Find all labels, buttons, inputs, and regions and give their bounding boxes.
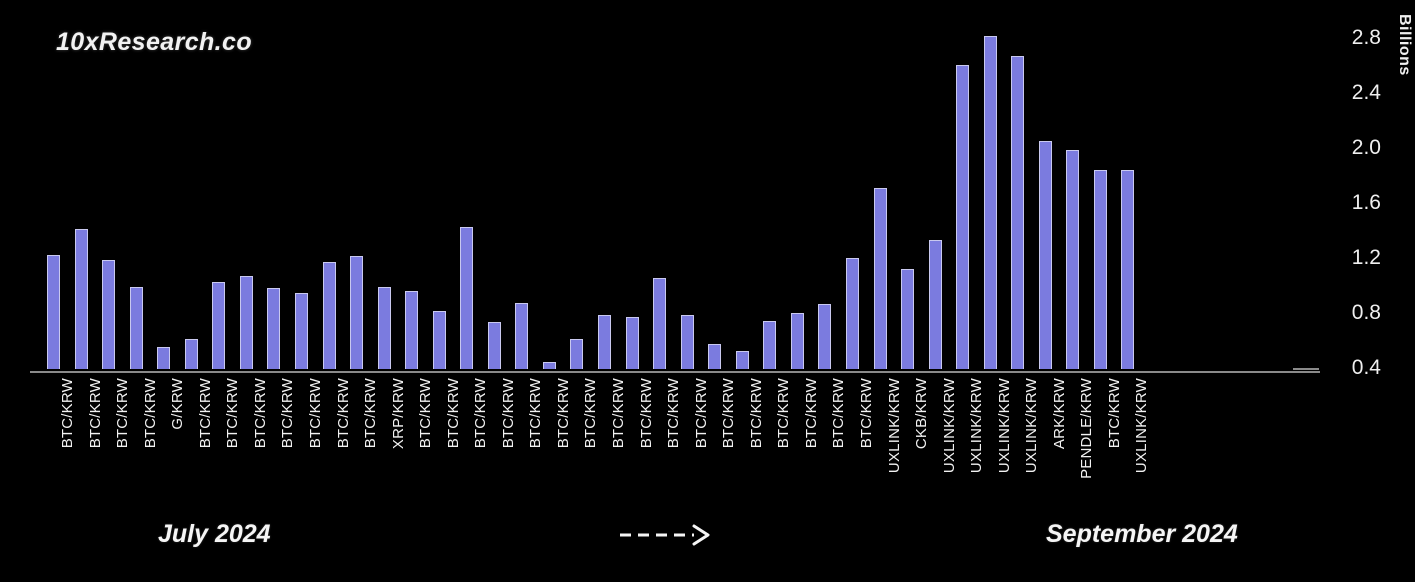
x-axis-tick-label: UXLINK/KRW [885, 378, 903, 474]
y-axis-tick-label: 2.0 [1351, 136, 1381, 159]
x-axis-tick-label: BTC/KRW [279, 378, 297, 449]
bar [129, 286, 143, 369]
x-axis-tick-label: BTC/KRW [306, 378, 324, 449]
y-axis-baseline-tick [1293, 368, 1319, 370]
x-axis-tick-label: BTC/KRW [499, 378, 517, 449]
x-axis-tick-label: BTC/KRW [527, 378, 545, 449]
x-axis-tick-label: BTC/KRW [692, 378, 710, 449]
x-axis-tick-label: G/KRW [169, 378, 187, 430]
bar [487, 322, 501, 369]
y-axis-title: Billions [1396, 14, 1413, 76]
bar [432, 311, 446, 369]
bar [598, 315, 611, 369]
x-axis-tick-label: BTC/KRW [362, 378, 380, 449]
bar [377, 286, 391, 369]
x-axis-labels: BTC/KRW BTC/KRW BTC/KRW BTC/KRW G/KRW BTC/KRW… [30, 378, 1325, 508]
x-axis-tick-label: BTC/KRW [114, 378, 132, 449]
x-axis-tick-label: BTC/KRW [582, 378, 600, 449]
annotation-july-2024: July 2024 [158, 520, 271, 548]
x-axis-tick-label: BTC/KRW [610, 378, 627, 449]
x-axis-tick-label: BTC/KRW [141, 378, 159, 449]
x-axis-tick-label: BTC/KRW [802, 378, 820, 449]
bar [184, 338, 198, 369]
x-axis-tick-label: BTC/KRW [196, 378, 214, 449]
timeline-arrow-icon [618, 522, 714, 548]
x-axis-tick-label: BTC/KRW [665, 378, 683, 449]
x-axis-tick-label: XRP/KRW [389, 378, 407, 450]
bar [1011, 55, 1025, 369]
bar-chart: 10xResearch.co Billions 0.4 0.8 1.2 1.6 2.0 2… [0, 0, 1415, 582]
x-axis-tick-label: BTC/KRW [1105, 378, 1123, 449]
x-axis-tick-label: BTC/KRW [334, 378, 352, 449]
bar [983, 36, 997, 369]
bar [74, 228, 88, 369]
bar [1121, 169, 1135, 369]
x-axis-tick-label: BTC/KRW [554, 378, 572, 449]
x-axis-tick-label: BTC/KRW [857, 378, 875, 449]
bar [350, 256, 364, 369]
x-axis-tick-label: BTC/KRW [417, 378, 435, 449]
bar [873, 187, 887, 369]
bar [735, 351, 749, 369]
bar [405, 290, 419, 369]
x-axis-tick-label: UXLINK/KRW [1023, 378, 1041, 474]
bar [818, 304, 832, 369]
y-axis-tick-label: 2.8 [1351, 26, 1381, 49]
x-axis-tick-label: BTC/KRW [720, 378, 738, 449]
y-axis-tick-label: 1.6 [1351, 191, 1381, 214]
plot-area [30, 0, 1325, 372]
bar [294, 293, 308, 369]
x-axis-tick-label: UXLINK/KRW [968, 378, 986, 474]
y-axis-tick-label: 0.4 [1351, 356, 1381, 379]
bar [1038, 140, 1052, 369]
x-axis-tick-label: BTC/KRW [637, 378, 655, 449]
x-axis-tick-label: BTC/KRW [472, 378, 490, 449]
x-axis-tick-label: UXLINK/KRW [1133, 378, 1151, 474]
x-axis-tick-label: BTC/KRW [747, 378, 765, 449]
bar [267, 287, 281, 369]
bar [763, 320, 777, 369]
bar [928, 239, 942, 369]
bar [542, 362, 556, 369]
x-axis-tick-label: ARK/KRW [1050, 378, 1068, 450]
x-axis-tick-label: PENDLE/KRW [1078, 378, 1096, 479]
y-axis: Billions 0.4 0.8 1.2 1.6 2.0 2.4 2.8 [1325, 0, 1415, 400]
y-axis-tick-label: 1.2 [1351, 246, 1381, 269]
x-axis-tick-label: CKB/KRW [913, 378, 931, 450]
bar [460, 227, 474, 369]
bar [708, 344, 722, 369]
y-axis-tick-label: 0.8 [1351, 301, 1381, 324]
x-axis-tick-label: UXLINK/KRW [940, 378, 958, 474]
x-axis-tick-label: BTC/KRW [251, 378, 269, 449]
bar [956, 65, 970, 369]
bar [1066, 150, 1080, 369]
x-axis-tick-label: BTC/KRW [830, 378, 848, 449]
x-axis-tick-label: BTC/KRW [775, 378, 793, 449]
bar [47, 254, 60, 369]
bar [625, 316, 639, 369]
bar [845, 257, 859, 369]
bar [570, 338, 584, 369]
bars-container [30, 0, 1325, 372]
x-axis-tick-label: BTC/KRW [444, 378, 462, 449]
x-axis-tick-label: BTC/KRW [224, 378, 242, 449]
bar [239, 275, 253, 369]
bar [102, 260, 116, 369]
bar [1093, 169, 1107, 369]
x-axis-tick-label: UXLINK/KRW [995, 378, 1013, 474]
bar [212, 282, 226, 369]
x-axis-tick-label: BTC/KRW [59, 378, 76, 449]
bar [901, 268, 915, 369]
bar [157, 347, 171, 369]
x-axis-line [30, 371, 1320, 373]
bar [680, 315, 694, 369]
annotation-september-2024: September 2024 [1046, 520, 1238, 548]
x-axis-tick-label: BTC/KRW [86, 378, 104, 449]
bar [322, 261, 336, 369]
bar [790, 312, 804, 369]
bar [653, 278, 667, 369]
bar [515, 303, 529, 369]
y-axis-tick-label: 2.4 [1351, 81, 1381, 104]
